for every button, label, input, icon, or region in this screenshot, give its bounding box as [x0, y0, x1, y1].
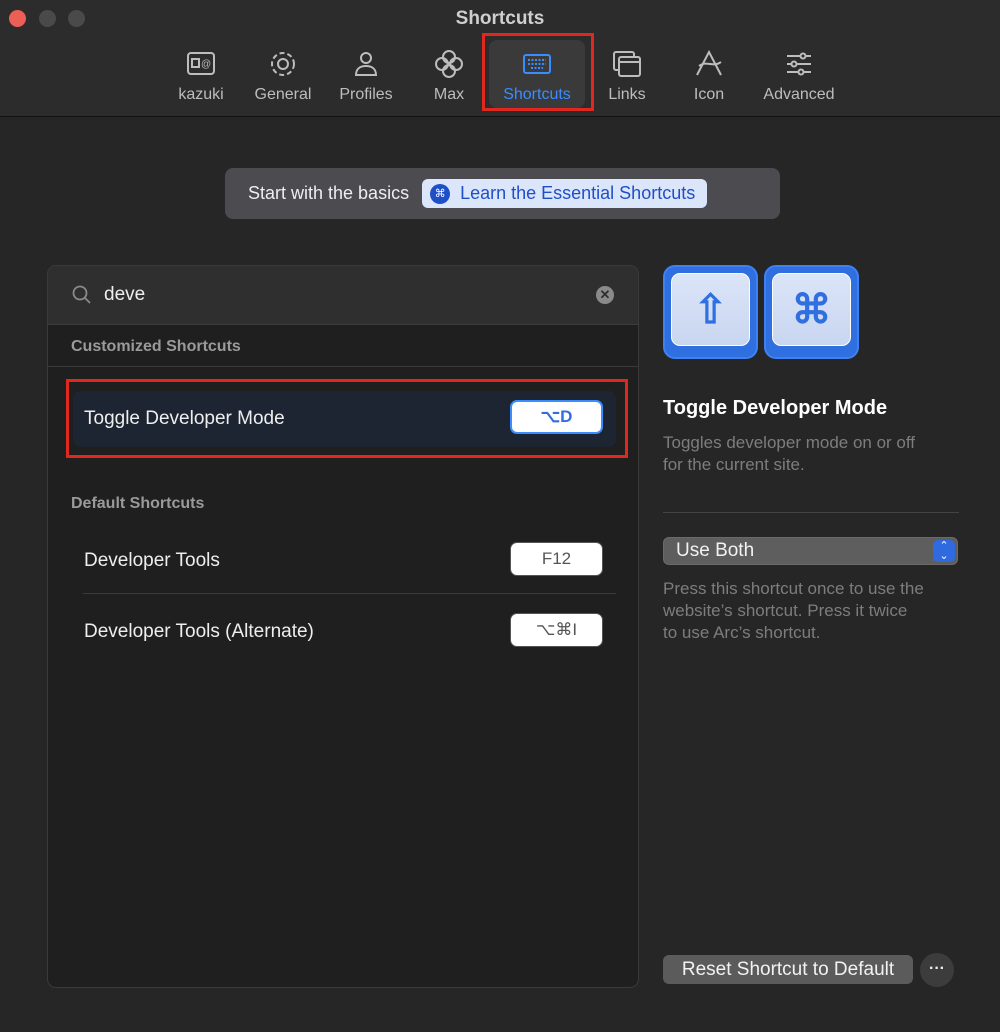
- windows-icon: [613, 51, 641, 77]
- tab-profiles[interactable]: Profiles: [333, 40, 399, 108]
- description-line: Toggles developer mode on or off: [663, 433, 916, 452]
- divider: [83, 593, 616, 594]
- tab-shortcuts[interactable]: Shortcuts: [489, 40, 585, 108]
- section-header-default: Default Shortcuts: [71, 495, 205, 512]
- tab-label: Icon: [693, 86, 725, 103]
- divider: [48, 366, 638, 367]
- help-line: to use Arc’s shortcut.: [663, 623, 821, 642]
- shift-icon: ⇧: [671, 273, 750, 346]
- more-options-button[interactable]: ···: [920, 953, 954, 987]
- tab-advanced[interactable]: Advanced: [758, 40, 840, 108]
- list-item[interactable]: Developer Tools (Alternate) ⌥⌘I: [73, 612, 616, 654]
- help-line: website’s shortcut. Press it twice: [663, 601, 908, 620]
- shortcut-key-field[interactable]: F12: [510, 542, 603, 576]
- tab-max[interactable]: Max: [425, 40, 473, 108]
- tab-general[interactable]: General: [248, 40, 318, 108]
- gear-icon: [271, 52, 295, 76]
- search-icon: [72, 285, 91, 304]
- search-input[interactable]: deve: [104, 284, 145, 306]
- tab-label: Shortcuts: [503, 86, 571, 103]
- max-flower-icon: [435, 50, 463, 78]
- tab-label: kazuki: [178, 86, 224, 103]
- divider: [663, 512, 959, 513]
- select-value: Use Both: [676, 540, 755, 561]
- clear-search-icon[interactable]: ✕: [596, 286, 614, 304]
- command-icon: ⌘: [430, 183, 451, 204]
- description-line: for the current site.: [663, 455, 805, 474]
- tab-label: Links: [608, 86, 646, 103]
- tab-icon[interactable]: Icon: [687, 40, 731, 108]
- learn-shortcuts-button[interactable]: ⌘ Learn the Essential Shortcuts: [422, 179, 708, 208]
- shortcut-key-field[interactable]: ⌥⌘I: [510, 613, 603, 647]
- shift-key: ⇧: [663, 265, 758, 359]
- detail-description: Toggles developer mode on or off for the …: [663, 432, 915, 476]
- svg-text:@: @: [201, 59, 211, 70]
- person-icon: [354, 52, 378, 76]
- shortcut-name: Developer Tools: [84, 550, 220, 571]
- window-title: Shortcuts: [455, 8, 545, 29]
- shortcut-name: Developer Tools (Alternate): [84, 621, 314, 642]
- banner-text: Start with the basics: [248, 183, 410, 203]
- tab-label: Profiles: [339, 86, 393, 103]
- help-line: Press this shortcut once to use the: [663, 579, 924, 598]
- shortcuts-list-panel: deve ✕ Customized Shortcuts Toggle Devel…: [47, 265, 639, 988]
- search-bar: deve ✕: [48, 266, 638, 325]
- command-key: ⌘: [764, 265, 859, 359]
- tab-label: General: [254, 86, 312, 103]
- detail-title: Toggle Developer Mode: [663, 397, 888, 419]
- reset-shortcut-button[interactable]: Reset Shortcut to Default: [663, 955, 913, 984]
- sliders-icon: [787, 52, 811, 76]
- contact-card-icon: @: [187, 52, 215, 75]
- conflict-mode-select[interactable]: Use Both ⌃ ⌄: [663, 537, 958, 565]
- tab-kazuki[interactable]: @ kazuki: [170, 40, 232, 108]
- learn-shortcuts-label: Learn the Essential Shortcuts: [460, 183, 696, 203]
- list-item[interactable]: Toggle Developer Mode ⌥D: [73, 391, 616, 447]
- tab-links[interactable]: Links: [603, 40, 651, 108]
- keyboard-icon: [523, 54, 551, 74]
- shortcut-key-field[interactable]: ⌥D: [510, 400, 603, 434]
- chevron-up-down-icon: ⌃ ⌄: [933, 540, 955, 562]
- shortcut-name: Toggle Developer Mode: [84, 408, 285, 429]
- tab-label: Advanced: [763, 86, 835, 103]
- basics-banner: Start with the basics ⌘ Learn the Essent…: [225, 168, 780, 219]
- tab-label: Max: [433, 86, 465, 103]
- command-icon: ⌘: [772, 273, 851, 346]
- help-text: Press this shortcut once to use the websi…: [663, 578, 924, 644]
- list-item[interactable]: Developer Tools F12: [73, 541, 616, 583]
- arc-logo-icon: [696, 49, 722, 76]
- section-header-customized: Customized Shortcuts: [71, 338, 241, 355]
